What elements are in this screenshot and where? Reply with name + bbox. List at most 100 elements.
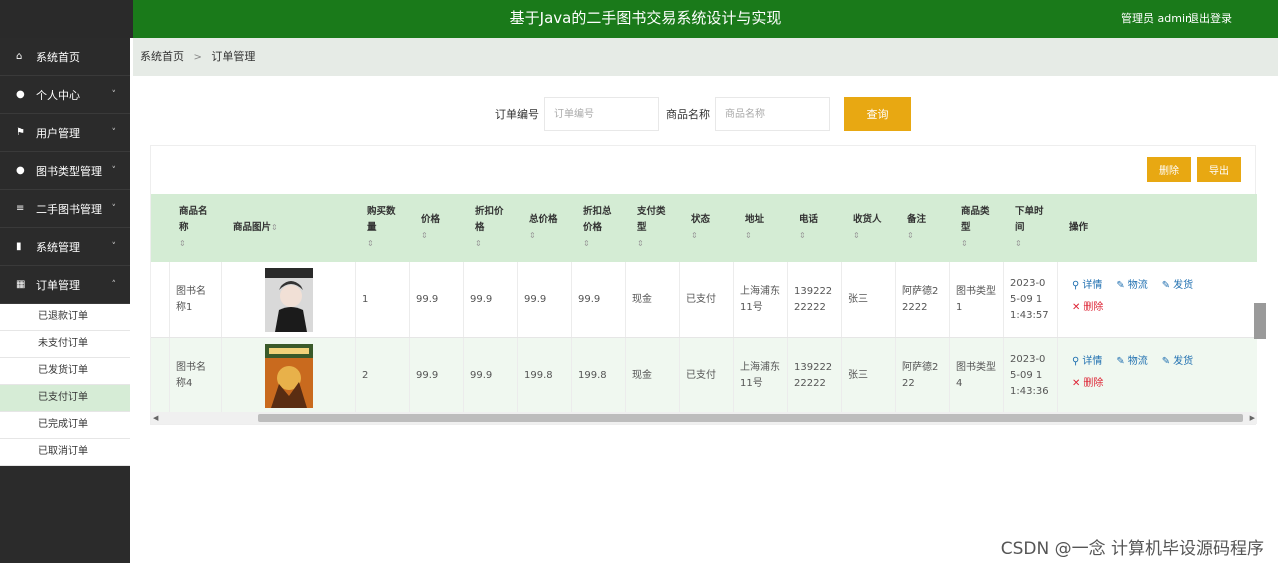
cell-receiver: 张三 bbox=[841, 338, 895, 413]
submenu-refunded[interactable]: 已退款订单 bbox=[0, 304, 130, 331]
cell-actions: ⚲ 详情 ✎ 物流 ✎ 发货 ✕ 删除 bbox=[1057, 338, 1257, 413]
logout-link[interactable]: 退出登录 bbox=[1188, 10, 1232, 26]
column-header[interactable]: 折扣价格 ⇕ bbox=[469, 194, 517, 262]
column-header[interactable]: 购买数量 ⇕ bbox=[361, 194, 409, 262]
order-no-label: 订单编号 bbox=[495, 108, 539, 121]
brand-area bbox=[0, 0, 133, 38]
sort-icon: ⇕ bbox=[1015, 239, 1022, 248]
product-name-label: 商品名称 bbox=[666, 108, 710, 121]
cell-actions: ⚲ 详情 ✎ 物流 ✎ 发货 ✕ 删除 bbox=[1057, 262, 1257, 337]
cell-name: 图书名称1 bbox=[169, 262, 221, 337]
cell-status: 已支付 bbox=[679, 338, 733, 413]
column-header[interactable]: 商品类型 ⇕ bbox=[955, 194, 1003, 262]
sidebar-item-books[interactable]: ≡ 二手图书管理 ˅ bbox=[0, 190, 130, 228]
cell-address: 上海浦东11号 bbox=[733, 338, 787, 413]
current-user: 管理员 admin bbox=[1121, 12, 1192, 25]
column-header[interactable]: 价格 ⇕ bbox=[415, 194, 463, 262]
table-row: 图书名称4 2 99.9 99.9 199.8 199.8 现金 已支付 上海浦… bbox=[151, 338, 1257, 414]
chevron-down-icon: ˅ bbox=[111, 203, 117, 214]
vertical-scrollbar-thumb[interactable] bbox=[1254, 303, 1266, 339]
chevron-down-icon: ˅ bbox=[111, 165, 117, 176]
sidebar-item-label: 二手图书管理 bbox=[36, 202, 102, 216]
column-header[interactable]: 总价格 ⇕ bbox=[523, 194, 571, 262]
sort-icon: ⇕ bbox=[961, 239, 968, 248]
scroll-left-icon[interactable]: ◀ bbox=[153, 412, 158, 424]
sort-icon: ⇕ bbox=[529, 231, 536, 240]
column-header: 操作 bbox=[1069, 222, 1089, 233]
product-name-input[interactable] bbox=[715, 97, 830, 131]
column-header[interactable]: 状态 ⇕ bbox=[685, 194, 733, 262]
column-header[interactable]: 商品图片 ⇕ bbox=[227, 194, 357, 262]
detail-link[interactable]: ⚲ 详情 bbox=[1072, 278, 1102, 294]
search-icon: ⚲ bbox=[1072, 355, 1080, 367]
column-header[interactable]: 下单时间 ⇕ bbox=[1009, 194, 1057, 262]
cell-total: 99.9 bbox=[517, 262, 571, 337]
sort-icon: ⇕ bbox=[421, 231, 428, 240]
search-form: 订单编号 商品名称 查询 bbox=[0, 97, 1278, 131]
column-header[interactable]: 地址 ⇕ bbox=[739, 194, 787, 262]
sidebar-item-system[interactable]: ▮ 系统管理 ˅ bbox=[0, 228, 130, 266]
submenu-paid[interactable]: 已支付订单 bbox=[0, 385, 130, 412]
column-header[interactable]: 收货人 ⇕ bbox=[847, 194, 895, 262]
ship-link[interactable]: ✎ 发货 bbox=[1162, 354, 1193, 370]
cell-price: 99.9 bbox=[409, 262, 463, 337]
scrollbar-thumb[interactable] bbox=[258, 414, 1243, 422]
sidebar-item-label: 系统管理 bbox=[36, 240, 80, 254]
orders-panel: 删除 导出 商品名称 ⇕ 商品图片 ⇕ 购买数量 ⇕ 价格 ⇕ 折扣价格 ⇕ 总价格 ⇕ 折… bbox=[150, 145, 1257, 425]
sidebar-item-label: 系统首页 bbox=[36, 50, 80, 64]
export-button[interactable]: 导出 bbox=[1197, 157, 1241, 182]
sort-icon: ⇕ bbox=[475, 239, 482, 248]
column-header[interactable]: 电话 ⇕ bbox=[793, 194, 841, 262]
cell-receiver: 张三 bbox=[841, 262, 895, 337]
sort-icon: ⇕ bbox=[907, 231, 914, 240]
cell-name: 图书名称4 bbox=[169, 338, 221, 413]
column-header[interactable]: 备注 ⇕ bbox=[901, 194, 949, 262]
column-header[interactable]: 商品名称 ⇕ bbox=[173, 194, 219, 262]
sidebar-item-orders[interactable]: ▦ 订单管理 ˄ bbox=[0, 266, 130, 304]
submenu-cancelled[interactable]: 已取消订单 bbox=[0, 439, 130, 466]
cell-discount-total: 199.8 bbox=[571, 338, 625, 413]
submenu-shipped[interactable]: 已发货订单 bbox=[0, 358, 130, 385]
cell-phone: 13922222222 bbox=[787, 262, 841, 337]
book-cover-image bbox=[264, 267, 313, 332]
scroll-right-icon[interactable]: ▶ bbox=[1250, 412, 1255, 424]
submenu-unpaid[interactable]: 未支付订单 bbox=[0, 331, 130, 358]
sidebar-item-label: 订单管理 bbox=[36, 278, 80, 292]
sidebar-item-label: 图书类型管理 bbox=[36, 164, 102, 178]
logistics-link[interactable]: ✎ 物流 bbox=[1116, 278, 1147, 294]
cell-image bbox=[221, 338, 355, 413]
edit-icon: ✎ bbox=[1116, 355, 1125, 367]
table-row: 图书名称1 1 99.9 99.9 99.9 99.9 现金 已支付 上海浦东1… bbox=[151, 262, 1257, 338]
horizontal-scrollbar[interactable]: ◀ ▶ bbox=[151, 412, 1257, 424]
sidebar-item-book-types[interactable]: ● 图书类型管理 ˅ bbox=[0, 152, 130, 190]
cell-time: 2023-05-09 11:43:36 bbox=[1003, 338, 1057, 413]
cell-phone: 13922222222 bbox=[787, 338, 841, 413]
sort-icon: ⇕ bbox=[799, 231, 806, 240]
query-button[interactable]: 查询 bbox=[844, 97, 911, 131]
sort-icon: ⇕ bbox=[691, 231, 698, 240]
ship-link[interactable]: ✎ 发货 bbox=[1162, 278, 1193, 294]
detail-link[interactable]: ⚲ 详情 bbox=[1072, 354, 1102, 370]
submenu-completed[interactable]: 已完成订单 bbox=[0, 412, 130, 439]
breadcrumb-home[interactable]: 系统首页 bbox=[140, 50, 184, 63]
orders-submenu: 已退款订单 未支付订单 已发货订单 已支付订单 已完成订单 已取消订单 bbox=[0, 304, 130, 466]
delete-link[interactable]: ✕ 删除 bbox=[1072, 300, 1103, 316]
watermark: CSDN @一念 计算机毕设源码程序 bbox=[1000, 539, 1264, 559]
sidebar-item-home[interactable]: ⌂ 系统首页 bbox=[0, 38, 130, 76]
sort-icon: ⇕ bbox=[637, 239, 644, 248]
logistics-link[interactable]: ✎ 物流 bbox=[1116, 354, 1147, 370]
close-icon: ✕ bbox=[1072, 377, 1081, 389]
order-no-input[interactable] bbox=[544, 97, 659, 131]
column-header[interactable]: 折扣总价格 ⇕ bbox=[577, 194, 625, 262]
sort-icon: ⇕ bbox=[271, 223, 278, 232]
cell-discount-price: 99.9 bbox=[463, 338, 517, 413]
delete-link[interactable]: ✕ 删除 bbox=[1072, 376, 1103, 392]
cell-discount-total: 99.9 bbox=[571, 262, 625, 337]
grid-icon: ▦ bbox=[16, 279, 26, 290]
cell-remark: 阿萨德22222 bbox=[895, 262, 949, 337]
delete-button[interactable]: 删除 bbox=[1147, 157, 1191, 182]
column-header[interactable]: 支付类型 ⇕ bbox=[631, 194, 679, 262]
breadcrumb-separator: > bbox=[193, 52, 202, 63]
cell-remark: 阿萨德222 bbox=[895, 338, 949, 413]
table-header: 商品名称 ⇕ 商品图片 ⇕ 购买数量 ⇕ 价格 ⇕ 折扣价格 ⇕ 总价格 ⇕ 折扣总价格 ⇕ … bbox=[151, 194, 1257, 262]
